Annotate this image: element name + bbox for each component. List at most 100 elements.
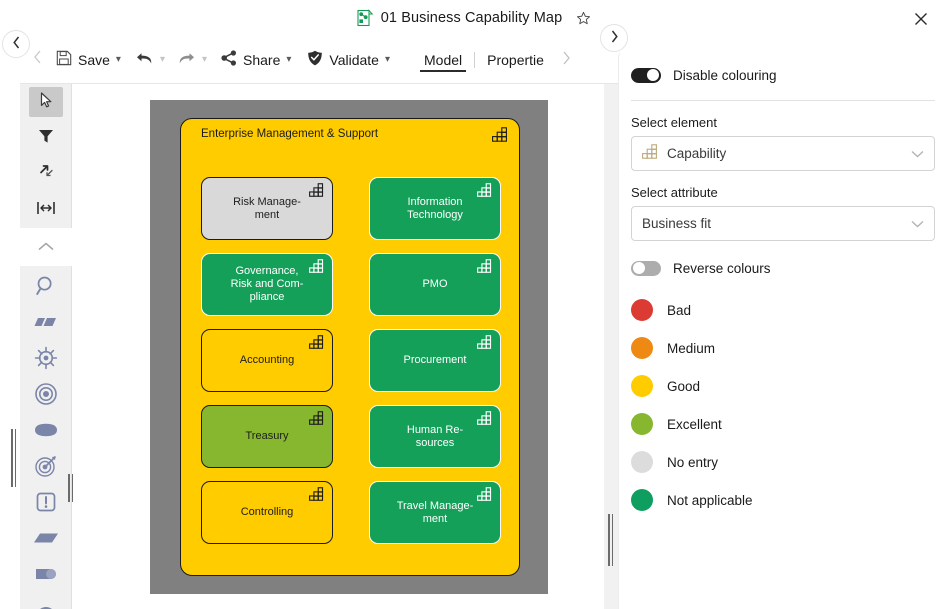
legend-label: Medium xyxy=(667,340,716,356)
capability-box[interactable]: Human Re-sources xyxy=(369,405,501,468)
rail-collapse-button[interactable] xyxy=(20,228,72,266)
capability-box-label: Information Technology xyxy=(407,195,463,221)
capability-icon xyxy=(309,335,325,353)
capability-group-title: Enterprise Management & Support xyxy=(201,128,379,140)
legend-row: No entry xyxy=(631,443,935,481)
validate-button[interactable]: Validate ▾ xyxy=(299,36,398,84)
share-label: Share xyxy=(243,51,281,68)
exclamation-box-icon xyxy=(35,491,57,518)
disable-colouring-toggle[interactable]: Disable colouring xyxy=(631,62,935,88)
legend-label: Bad xyxy=(667,302,692,318)
expand-right-panel-button[interactable] xyxy=(600,24,628,52)
select-element-label: Select element xyxy=(631,115,717,130)
chevron-down-icon[interactable]: ▾ xyxy=(286,54,291,65)
close-button[interactable] xyxy=(901,4,941,34)
chevron-up-icon xyxy=(37,239,55,255)
shape-capsule-button[interactable] xyxy=(20,558,72,594)
capability-group-enterprise-management[interactable]: Enterprise Management & Support Risk Man… xyxy=(180,118,520,576)
capability-box[interactable]: PMO xyxy=(369,253,501,316)
select-element-dropdown[interactable]: Capability xyxy=(631,136,935,171)
shape-parallelogram-button[interactable] xyxy=(20,522,72,558)
select-attribute-dropdown[interactable]: Business fit xyxy=(631,206,935,241)
splitter-grip[interactable] xyxy=(608,514,613,566)
capability-icon xyxy=(477,335,493,353)
chevron-down-icon[interactable]: ▾ xyxy=(385,54,390,65)
distribute-tool-button[interactable] xyxy=(20,192,72,228)
capability-box[interactable]: Risk Manage-ment xyxy=(201,177,333,240)
rail-right-drag-handle[interactable] xyxy=(68,474,73,502)
redo-button[interactable]: ▾ xyxy=(171,36,213,84)
capability-icon xyxy=(477,259,493,277)
capability-box[interactable]: Controlling xyxy=(201,481,333,544)
ships-wheel-icon xyxy=(34,346,58,375)
filter-tool-button[interactable] xyxy=(20,120,72,156)
share-button[interactable]: Share ▾ xyxy=(213,36,299,84)
capability-box-label: Procurement xyxy=(403,354,467,366)
parallelogram-stack-icon xyxy=(34,315,58,334)
select-tool-button[interactable] xyxy=(20,84,72,120)
shape-dartboard-button[interactable] xyxy=(20,450,72,486)
capability-icon xyxy=(642,143,659,164)
chevron-right-icon xyxy=(562,51,571,69)
legend-colour-swatch xyxy=(631,337,653,359)
chevron-left-icon xyxy=(33,50,42,69)
shape-ellipse-button[interactable] xyxy=(20,414,72,450)
legend-colour-swatch xyxy=(631,489,653,511)
chevron-down-icon[interactable] xyxy=(911,217,924,231)
canvas-panel-splitter[interactable] xyxy=(604,84,618,609)
diagram-canvas[interactable]: Enterprise Management & Support Risk Man… xyxy=(72,84,610,609)
shape-target-circle-button[interactable] xyxy=(20,378,72,414)
chevron-down-icon[interactable]: ▾ xyxy=(116,54,121,65)
save-label: Save xyxy=(78,51,110,68)
partial-shape-icon xyxy=(33,603,59,609)
capability-icon xyxy=(477,487,493,505)
shape-parallelogram-stack-button[interactable] xyxy=(20,306,72,342)
capability-box[interactable]: Governance, Risk and Com-pliance xyxy=(201,253,333,316)
disable-colouring-label: Disable colouring xyxy=(673,67,777,83)
chevron-down-icon[interactable]: ▾ xyxy=(160,54,165,65)
capability-box-label: Governance, Risk and Com-pliance xyxy=(230,265,304,303)
shape-helm-button[interactable] xyxy=(20,342,72,378)
colour-legend: Bad Medium Good Excellent No entry Not applic… xyxy=(631,291,935,519)
capability-map-diagram[interactable]: Enterprise Management & Support Risk Man… xyxy=(150,100,548,594)
legend-label: Excellent xyxy=(667,416,722,432)
legend-row: Not applicable xyxy=(631,481,935,519)
expand-tool-button[interactable] xyxy=(20,156,72,192)
reverse-colours-toggle[interactable]: Reverse colours xyxy=(631,255,935,281)
diagram-icon xyxy=(356,9,374,27)
capability-box[interactable]: Accounting xyxy=(201,329,333,392)
capability-box[interactable]: Treasury xyxy=(201,405,333,468)
rail-left-drag-handle[interactable] xyxy=(11,429,16,487)
capability-icon xyxy=(477,411,493,429)
close-icon xyxy=(914,12,928,26)
diagonal-arrows-icon xyxy=(37,163,55,185)
shape-magnifier-button[interactable] xyxy=(20,270,72,306)
capability-icon xyxy=(309,487,325,505)
chevron-down-icon[interactable] xyxy=(911,147,924,161)
chevron-left-icon xyxy=(12,36,21,52)
toggle-switch[interactable] xyxy=(631,67,661,83)
legend-colour-swatch xyxy=(631,413,653,435)
shape-partial-button[interactable] xyxy=(20,594,72,609)
ellipse-icon xyxy=(32,422,60,443)
toggle-switch[interactable] xyxy=(631,260,661,276)
tabs-more-button[interactable] xyxy=(556,51,577,69)
undo-button[interactable]: ▾ xyxy=(129,36,171,84)
tab-model[interactable]: Model xyxy=(412,36,474,84)
capability-box[interactable]: Travel Manage-ment xyxy=(369,481,501,544)
collapse-left-panel-button[interactable] xyxy=(2,30,30,58)
capability-box[interactable]: Procurement xyxy=(369,329,501,392)
capability-icon xyxy=(309,183,325,201)
save-button[interactable]: Save ▾ xyxy=(48,36,129,84)
legend-row: Bad xyxy=(631,291,935,329)
tab-properties[interactable]: Propertie xyxy=(475,36,556,84)
capability-box-label: Risk Manage-ment xyxy=(233,195,301,221)
capability-box[interactable]: Information Technology xyxy=(369,177,501,240)
chevron-down-icon[interactable]: ▾ xyxy=(202,54,207,65)
undo-icon xyxy=(135,50,154,70)
filter-icon xyxy=(38,128,54,149)
shape-exclamation-button[interactable] xyxy=(20,486,72,522)
star-outline-icon[interactable] xyxy=(576,11,591,26)
share-icon xyxy=(221,50,237,69)
page-title: 01 Business Capability Map xyxy=(380,10,563,26)
